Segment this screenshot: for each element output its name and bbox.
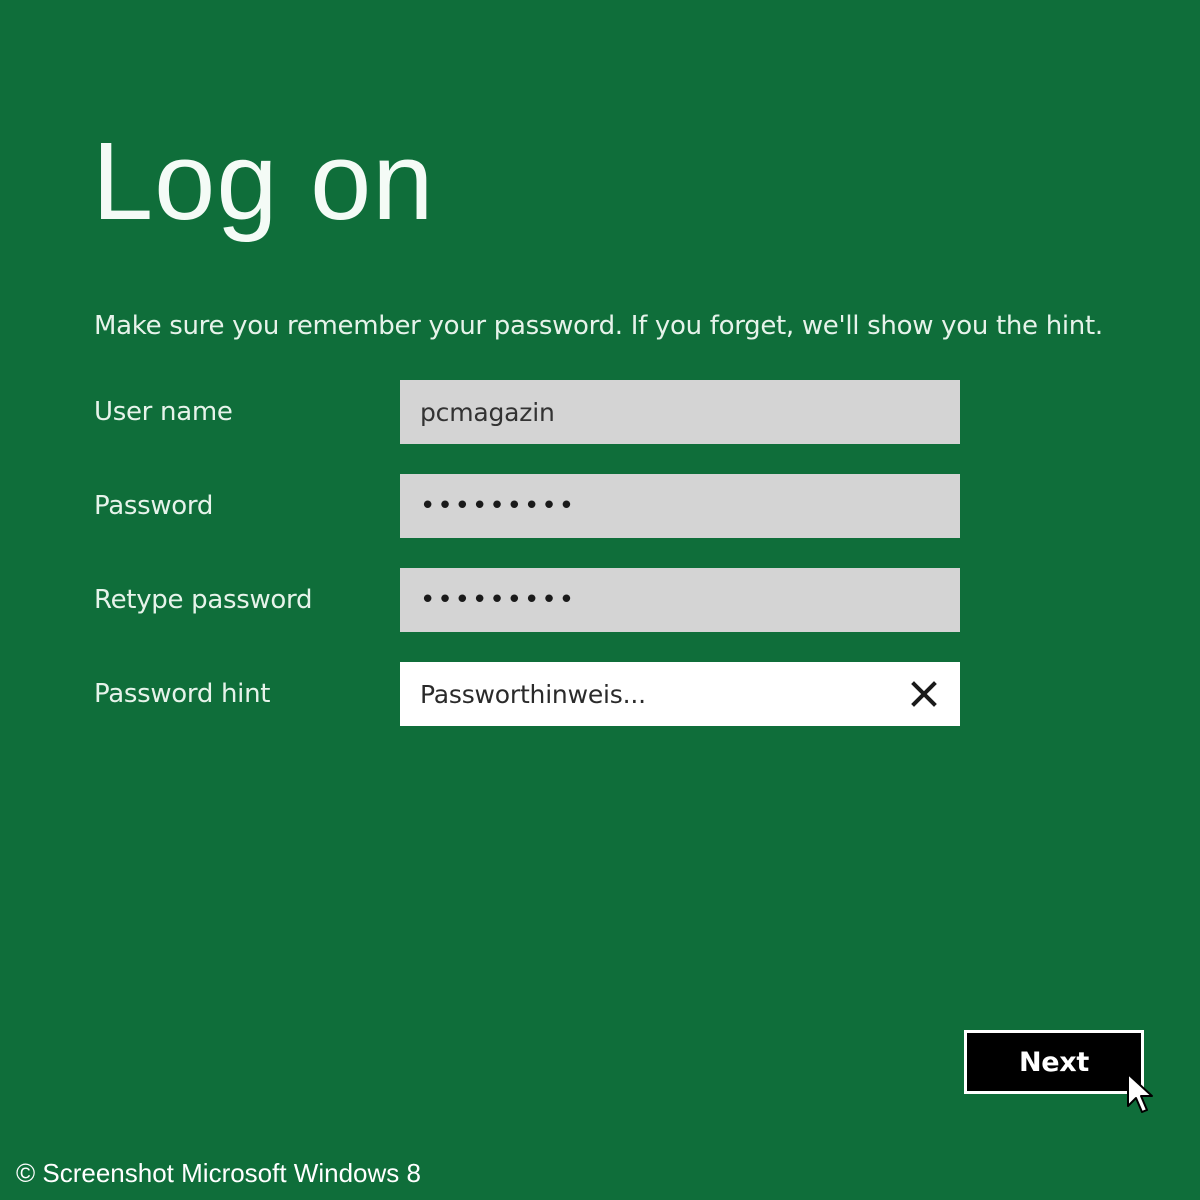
- clear-hint-button[interactable]: [906, 676, 942, 712]
- password-label: Password: [94, 491, 214, 521]
- password-row: Password: [0, 474, 1200, 538]
- username-label: User name: [94, 397, 233, 427]
- instructions-text: Make sure you remember your password. If…: [94, 311, 1103, 341]
- page-title: Log on: [92, 120, 435, 243]
- copyright-notice: © Screenshot Microsoft Windows 8: [16, 1158, 421, 1188]
- retype-password-input[interactable]: [400, 568, 960, 632]
- username-row: User name: [0, 380, 1200, 444]
- password-hint-input[interactable]: [400, 662, 960, 726]
- retype-password-label: Retype password: [94, 585, 313, 615]
- password-hint-label: Password hint: [94, 679, 271, 709]
- close-icon[interactable]: [911, 681, 937, 707]
- password-hint-row: Password hint: [0, 662, 1200, 726]
- password-input[interactable]: [400, 474, 960, 538]
- retype-password-row: Retype password: [0, 568, 1200, 632]
- username-input[interactable]: [400, 380, 960, 444]
- mouse-pointer-icon: [1127, 1073, 1153, 1113]
- next-button[interactable]: Next: [964, 1030, 1144, 1094]
